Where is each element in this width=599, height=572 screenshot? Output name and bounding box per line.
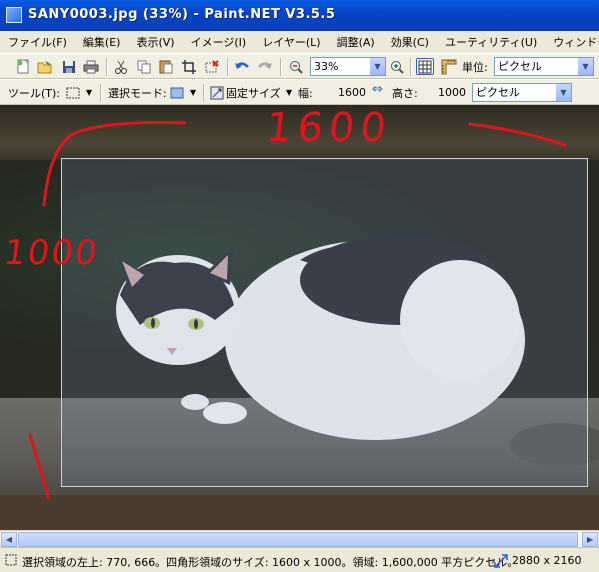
unit-value: ピクセル <box>498 60 542 73</box>
menu-window[interactable]: ウィンドウ(W) <box>545 34 599 50</box>
redo-icon[interactable] <box>256 58 274 75</box>
crop-icon[interactable] <box>180 58 198 75</box>
menu-view[interactable]: 表示(V) <box>128 34 182 50</box>
chevron-down-icon[interactable]: ▼ <box>577 58 593 75</box>
annotation-height-note: 1000 <box>1 233 102 273</box>
selection-info-text: 選択領域の左上: 770, 666。四角形領域のサイズ: 1600 x 1000… <box>22 556 519 569</box>
image-size-icon <box>494 554 508 568</box>
cut-icon[interactable] <box>112 58 130 75</box>
zoom-in-icon[interactable] <box>388 58 406 75</box>
chevron-down-icon[interactable]: ▼ <box>286 88 292 97</box>
horizontal-scrollbar[interactable]: ◀ ▶ <box>0 530 599 547</box>
paint-net-app-icon <box>6 7 22 23</box>
unit-combobox[interactable]: ピクセル ▼ <box>494 57 594 76</box>
print-icon[interactable] <box>82 58 100 75</box>
grid-icon[interactable] <box>416 58 434 75</box>
menu-layers[interactable]: レイヤー(L) <box>254 34 328 50</box>
height-input[interactable]: 1000 <box>418 84 466 101</box>
new-image-icon[interactable] <box>14 58 32 75</box>
image-size-text: 2880 x 2160 <box>512 554 582 567</box>
selection-mode-label: 選択モード: <box>108 87 167 100</box>
zoom-value: 33% <box>314 60 339 73</box>
tool-options-bar: ツール(T): ▼ 選択モード: ▼ 固定サイズ ▼ 幅: 1600 ⇔ 高さ:… <box>0 79 599 105</box>
zoom-out-icon[interactable] <box>287 58 305 75</box>
open-icon[interactable] <box>36 58 54 75</box>
chevron-down-icon[interactable]: ▼ <box>190 88 196 97</box>
chevron-down-icon[interactable]: ▼ <box>86 88 92 97</box>
menu-bar: ファイル(F) 編集(E) 表示(V) イメージ(I) レイヤー(L) 調整(A… <box>0 31 599 53</box>
menu-file[interactable]: ファイル(F) <box>0 34 75 50</box>
tool-label: ツール(T): <box>8 87 61 100</box>
unit-label: 単位: <box>462 61 488 74</box>
deselect-icon[interactable] <box>203 58 221 75</box>
menu-effects[interactable]: 効果(C) <box>383 34 437 50</box>
menu-utilities[interactable]: ユーティリティ(U) <box>437 34 545 50</box>
selection-mode-icon[interactable] <box>168 84 186 101</box>
status-bar: 選択領域の左上: 770, 666。四角形領域のサイズ: 1600 x 1000… <box>0 547 599 572</box>
save-icon[interactable] <box>60 58 78 75</box>
toolbar-separator <box>203 84 205 102</box>
paste-icon[interactable] <box>157 58 175 75</box>
width-input[interactable]: 1600 <box>318 84 366 101</box>
copy-icon[interactable] <box>135 58 153 75</box>
menu-edit[interactable]: 編集(E) <box>75 34 129 50</box>
selection-status-icon <box>5 554 17 566</box>
scroll-thumb[interactable] <box>18 532 578 547</box>
menu-adjustments[interactable]: 調整(A) <box>329 34 383 50</box>
chevron-down-icon[interactable]: ▼ <box>555 84 571 101</box>
window-title: SANY0003.jpg (33%) - Paint.NET V3.5.5 <box>28 7 336 22</box>
toolbar-separator <box>106 58 108 76</box>
ruler-icon[interactable] <box>440 58 458 75</box>
link-aspect-icon[interactable]: ⇔ <box>372 82 383 97</box>
toolbar-separator <box>227 58 229 76</box>
size-unit-value: ピクセル <box>476 86 520 99</box>
zoom-combobox[interactable]: 33% ▼ <box>310 57 386 76</box>
chevron-down-icon[interactable]: ▼ <box>369 58 385 75</box>
handwritten-annotations <box>28 120 567 499</box>
size-unit-combobox[interactable]: ピクセル ▼ <box>472 83 572 102</box>
toolbar-separator <box>100 84 102 102</box>
title-bar: SANY0003.jpg (33%) - Paint.NET V3.5.5 <box>0 0 599 31</box>
width-label: 幅: <box>298 87 313 100</box>
fixed-size-label[interactable]: 固定サイズ <box>226 85 281 101</box>
scroll-left-icon[interactable]: ◀ <box>1 532 17 547</box>
menu-image[interactable]: イメージ(I) <box>183 34 255 50</box>
undo-icon[interactable] <box>233 58 251 75</box>
toolbar-separator <box>410 58 412 76</box>
rectangle-select-tool-icon[interactable] <box>64 84 82 101</box>
height-label: 高さ: <box>392 87 418 100</box>
scroll-right-icon[interactable]: ▶ <box>582 532 598 547</box>
main-toolbar: 33% ▼ 単位: ピクセル ▼ <box>0 53 599 79</box>
image-canvas[interactable]: 1600 1000 <box>0 105 599 530</box>
annotation-width-note: 1600 <box>263 105 395 151</box>
fixed-size-icon[interactable] <box>208 84 226 101</box>
toolbar-separator <box>280 58 282 76</box>
